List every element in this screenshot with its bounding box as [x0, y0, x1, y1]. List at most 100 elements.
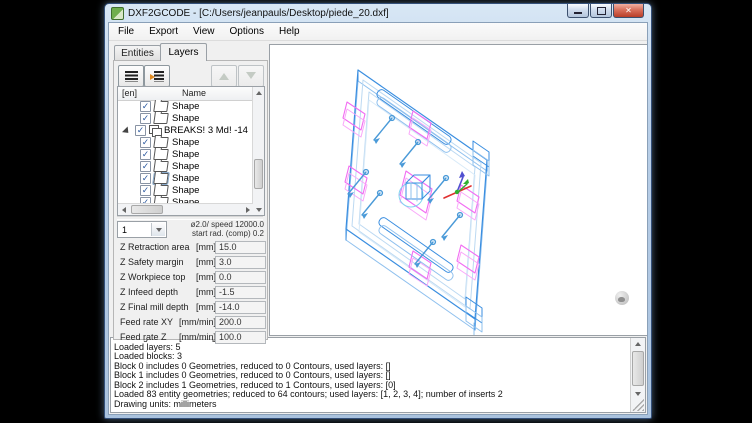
- tree-row-label: Shape: [172, 113, 199, 124]
- collapse-layers-button[interactable]: [144, 65, 170, 87]
- menu-export[interactable]: Export: [143, 26, 184, 37]
- param-row: Z Infeed depth [mm] -1.5: [120, 286, 268, 299]
- menu-view[interactable]: View: [187, 26, 221, 37]
- checkbox-checked[interactable]: ✓: [140, 185, 151, 196]
- scrollbar-thumb[interactable]: [131, 205, 163, 214]
- desktop-background: DXF2GCODE - [C:/Users/jeanpauls/Desktop/…: [0, 0, 752, 423]
- select-all-layers-button[interactable]: [118, 65, 144, 87]
- layer-stack-icon: [149, 125, 160, 135]
- tree-row-shape[interactable]: ✓ Shape: [118, 136, 253, 148]
- rotation-sphere-icon[interactable]: [615, 291, 629, 305]
- z-workpiece-top-field[interactable]: 0.0: [215, 271, 266, 284]
- tree-row-label: BREAKS! 3 Md! -14: [164, 125, 248, 136]
- param-row: Feed rate Z [mm/min] 100.0: [120, 331, 268, 344]
- param-unit: [mm]: [196, 287, 216, 297]
- tree-rows: ✓ Shape ✓ Shape ✓: [118, 100, 253, 204]
- tree-row-label: Shape: [172, 185, 199, 196]
- z-safety-margin-field[interactable]: 3.0: [215, 256, 266, 269]
- menu-bar: File Export View Options Help: [109, 23, 647, 41]
- param-label: Z Retraction area: [120, 242, 190, 252]
- menu-help[interactable]: Help: [273, 26, 306, 37]
- tree-row-breaks-layer[interactable]: ✓ BREAKS! 3 Md! -14: [118, 124, 253, 136]
- tree-row-label: Shape: [172, 137, 199, 148]
- layer-list-icon: [125, 71, 138, 82]
- param-row: Z Safety margin [mm] 3.0: [120, 256, 268, 269]
- window-body: File Export View Options Help Entities L…: [108, 22, 648, 415]
- param-unit: [mm]: [196, 272, 216, 282]
- checkbox-checked[interactable]: ✓: [140, 101, 151, 112]
- log-vertical-scrollbar[interactable]: [630, 338, 645, 412]
- layers-tree: [en] Name ✓ Shape ✓ Shape: [117, 86, 265, 216]
- message-log[interactable]: Creating contours of shapes Loaded layer…: [110, 337, 646, 413]
- window-title: DXF2GCODE - [C:/Users/jeanpauls/Desktop/…: [128, 8, 389, 19]
- tree-row-shape[interactable]: ✓ Shape: [118, 112, 253, 124]
- tree-horizontal-scrollbar[interactable]: [118, 203, 253, 215]
- scroll-down-button[interactable]: [631, 388, 645, 399]
- arrow-down-icon: [246, 72, 256, 84]
- cad-viewport[interactable]: [269, 44, 648, 336]
- feed-rate-xy-field[interactable]: 200.0: [215, 316, 266, 329]
- shape-folder-icon: [153, 185, 169, 196]
- checkbox-checked[interactable]: ✓: [135, 125, 146, 136]
- z-final-mill-depth-field[interactable]: -14.0: [215, 301, 266, 314]
- tool-number-select[interactable]: 1: [117, 221, 167, 238]
- shape-folder-icon: [153, 173, 169, 184]
- z-infeed-depth-field[interactable]: -1.5: [215, 286, 266, 299]
- indent-list-icon: [150, 71, 164, 82]
- param-label: Z Final mill depth: [120, 302, 189, 312]
- tree-row-label: Shape: [172, 101, 199, 112]
- scrollbar-thumb[interactable]: [254, 159, 263, 189]
- maximize-button[interactable]: [590, 4, 612, 18]
- param-unit: [mm/min]: [179, 317, 216, 327]
- tab-layers[interactable]: Layers: [160, 43, 207, 61]
- tree-row-shape[interactable]: ✓ Shape: [118, 184, 253, 196]
- shape-folder-icon: [153, 113, 169, 124]
- close-button[interactable]: ✕: [613, 4, 644, 18]
- tree-vertical-scrollbar[interactable]: [252, 87, 264, 215]
- scroll-right-button[interactable]: [242, 204, 253, 215]
- scroll-up-button[interactable]: [253, 87, 264, 98]
- shape-folder-icon: [153, 149, 169, 160]
- tree-row-shape[interactable]: ✓ Shape: [118, 160, 253, 172]
- menu-file[interactable]: File: [112, 26, 140, 37]
- checkbox-checked[interactable]: ✓: [140, 149, 151, 160]
- tool-diameter-speed: ø2.0/ speed 12000.0: [164, 220, 264, 229]
- arrow-up-icon: [219, 68, 229, 80]
- checkbox-checked[interactable]: ✓: [140, 113, 151, 124]
- wireframe-drawing: [270, 45, 648, 335]
- scroll-down-button[interactable]: [253, 204, 264, 215]
- param-unit: [mm/min]: [179, 332, 216, 342]
- menu-options[interactable]: Options: [224, 26, 270, 37]
- resize-grip[interactable]: [632, 399, 644, 411]
- tree-column-name: Name: [182, 88, 206, 98]
- scroll-left-button[interactable]: [118, 204, 129, 215]
- move-layer-up-button[interactable]: [211, 65, 237, 87]
- tree-row-shape-focused[interactable]: ✓ Shape: [118, 172, 253, 184]
- dropdown-button[interactable]: [151, 223, 165, 236]
- scroll-up-button[interactable]: [631, 338, 645, 349]
- minimize-button[interactable]: [567, 4, 589, 18]
- shape-folder-icon: [153, 101, 169, 112]
- scrollbar-thumb[interactable]: [632, 351, 644, 386]
- tree-column-enable: [en]: [122, 88, 137, 98]
- move-layer-down-button[interactable]: [238, 65, 264, 87]
- log-line: Drawing units: millimeters: [114, 400, 629, 410]
- tree-row-shape[interactable]: ✓ Shape: [118, 148, 253, 160]
- param-unit: [mm]: [196, 302, 216, 312]
- app-icon: [111, 7, 124, 20]
- feed-rate-z-field[interactable]: 100.0: [215, 331, 266, 344]
- param-label: Feed rate XY: [120, 317, 173, 327]
- param-row: Feed rate XY [mm/min] 200.0: [120, 316, 268, 329]
- param-label: Z Workpiece top: [120, 272, 185, 282]
- shape-folder-icon: [153, 137, 169, 148]
- tree-row-label: Shape: [172, 149, 199, 160]
- param-row: Z Final mill depth [mm] -14.0: [120, 301, 268, 314]
- tab-entities[interactable]: Entities: [114, 45, 161, 61]
- app-window: DXF2GCODE - [C:/Users/jeanpauls/Desktop/…: [104, 3, 652, 419]
- checkbox-checked[interactable]: ✓: [140, 173, 151, 184]
- z-retraction-area-field[interactable]: 15.0: [215, 241, 266, 254]
- maximize-icon: [597, 7, 606, 15]
- checkbox-checked[interactable]: ✓: [140, 161, 151, 172]
- checkbox-checked[interactable]: ✓: [140, 137, 151, 148]
- tree-row-shape[interactable]: ✓ Shape: [118, 100, 253, 112]
